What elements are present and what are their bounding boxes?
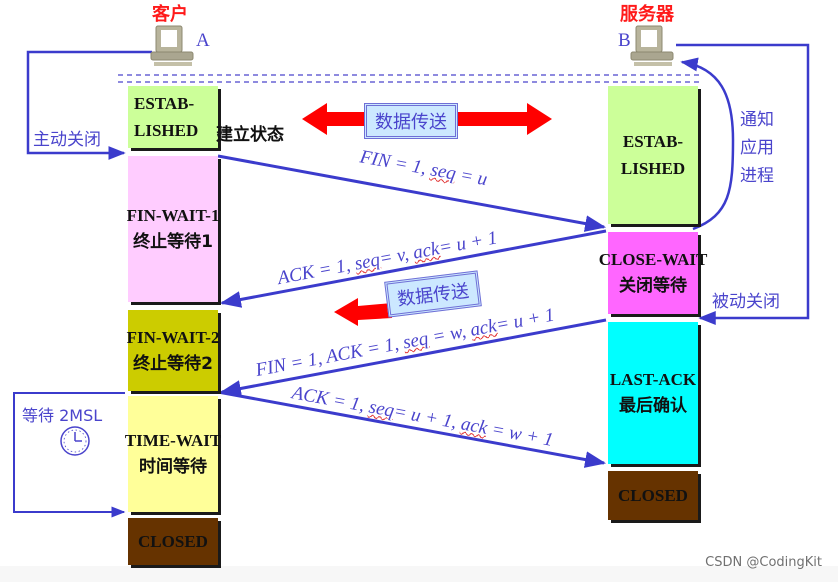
data-transfer-box: 数据传送	[364, 103, 458, 139]
watermark: CSDN @CodingKit	[705, 555, 822, 570]
client-state-fin-wait-1: FIN-WAIT-1 终止等待1	[127, 156, 219, 302]
final-ack-arrow	[217, 390, 607, 468]
notify-app-label-2: 应用	[740, 138, 774, 158]
established-label: 建立状态	[216, 125, 284, 145]
server-state-established: ESTAB- LISHED	[608, 86, 698, 224]
client-state-time-wait: TIME-WAIT 时间等待	[125, 396, 221, 512]
data-transfer-left-arrow	[334, 298, 392, 326]
server-state-close-wait: CLOSE-WAIT 关闭等待	[599, 232, 707, 314]
client-letter: A	[196, 30, 210, 51]
computer-icon	[150, 25, 194, 66]
client-state-closed: CLOSED	[128, 518, 218, 565]
server-title: 服务器	[620, 4, 674, 25]
server-state-closed: CLOSED	[608, 471, 698, 520]
client-state-fin-wait-2: FIN-WAIT-2 终止等待2	[127, 310, 219, 391]
active-close-label: 主动关闭	[33, 130, 101, 150]
clock-icon	[60, 426, 90, 456]
computer-icon	[630, 25, 674, 66]
passive-close-label: 被动关闭	[712, 292, 780, 312]
client-state-established: ESTAB- LISHED	[128, 86, 218, 148]
server-letter: B	[618, 30, 631, 51]
tcp-four-way-handshake-diagram: 客户 A 服务器 B ESTAB- LISHED 建立状态 FIN-WAIT-1…	[0, 0, 838, 566]
notify-app-label-1: 通知	[740, 110, 774, 130]
notify-app-label-3: 进程	[740, 166, 774, 186]
wait-2msl-label: 等待 2MSL	[22, 406, 103, 425]
server-state-last-ack: LAST-ACK 最后确认	[608, 322, 698, 464]
client-title: 客户	[152, 4, 188, 25]
